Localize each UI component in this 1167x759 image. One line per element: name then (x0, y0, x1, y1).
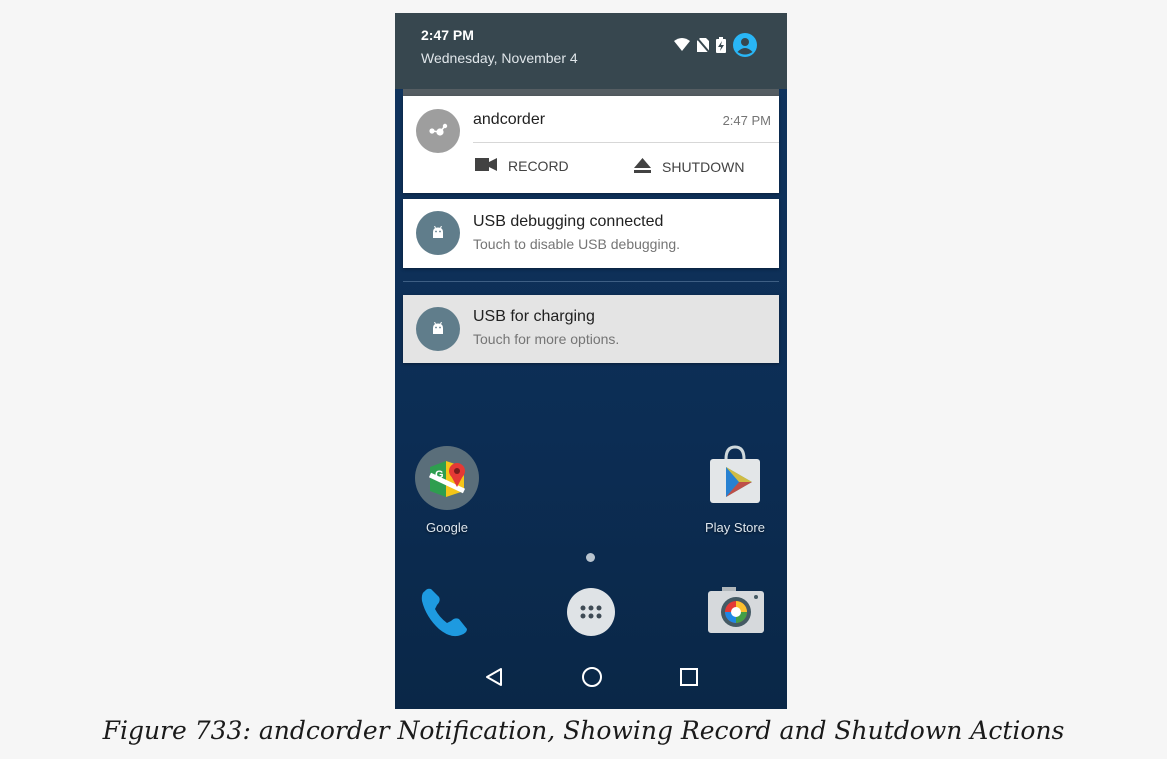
back-icon[interactable] (484, 667, 504, 692)
app-drawer-icon[interactable] (566, 587, 616, 642)
no-sim-icon (696, 36, 710, 57)
android-icon (416, 307, 460, 351)
account-icon[interactable] (733, 32, 757, 62)
notification-title: USB for charging (473, 308, 595, 325)
share-node-icon (416, 109, 460, 153)
app-play-store[interactable]: Play Store (695, 445, 775, 535)
notification-usb-charging[interactable]: USB for charging Touch for more options. (403, 295, 779, 363)
notification-usb-debugging[interactable]: USB debugging connected Touch to disable… (403, 199, 779, 268)
android-icon (416, 211, 460, 255)
eject-icon (634, 158, 651, 176)
app-google[interactable]: G Google (407, 445, 487, 535)
notification-time: 2:47 PM (722, 113, 771, 128)
notification-text: Touch to disable USB debugging. (473, 236, 681, 252)
record-action-label: RECORD (508, 158, 569, 174)
phone-icon[interactable] (417, 585, 471, 644)
notification-text: Touch for more options. (473, 331, 620, 347)
status-date[interactable]: Wednesday, November 4 (421, 50, 578, 66)
status-icons (674, 32, 757, 62)
phone-screen: 2:47 PM Wednesday, November 4 andcorder … (395, 13, 787, 709)
google-maps-folder-icon: G (414, 446, 480, 514)
app-label: Google (426, 520, 468, 535)
notification-section-divider (403, 281, 779, 282)
notification-app-name: andcorder (473, 111, 546, 128)
home-icon[interactable] (581, 666, 603, 693)
notification-divider (473, 142, 779, 143)
notification-header: 2:47 PM Wednesday, November 4 (395, 13, 787, 89)
svg-text:G: G (435, 469, 444, 481)
wifi-icon (674, 38, 690, 56)
shutdown-action-button[interactable]: SHUTDOWN (634, 158, 744, 176)
figure-caption: Figure 733: andcorder Notification, Show… (102, 716, 1065, 745)
record-action-button[interactable]: RECORD (475, 158, 569, 174)
navigation-bar (395, 649, 787, 709)
page-indicator (586, 553, 595, 562)
shade-divider (403, 89, 779, 96)
camera-icon[interactable] (706, 585, 766, 640)
shutdown-action-label: SHUTDOWN (662, 159, 745, 175)
notification-andcorder[interactable]: andcorder 2:47 PM RECORD SHUTDOWN (403, 96, 779, 193)
battery-charging-icon (716, 36, 726, 58)
notification-title: USB debugging connected (473, 213, 664, 230)
status-time: 2:47 PM (421, 27, 474, 43)
videocam-icon (475, 158, 497, 174)
app-label: Play Store (705, 520, 765, 535)
recents-icon[interactable] (680, 667, 699, 691)
play-store-icon (702, 445, 768, 514)
